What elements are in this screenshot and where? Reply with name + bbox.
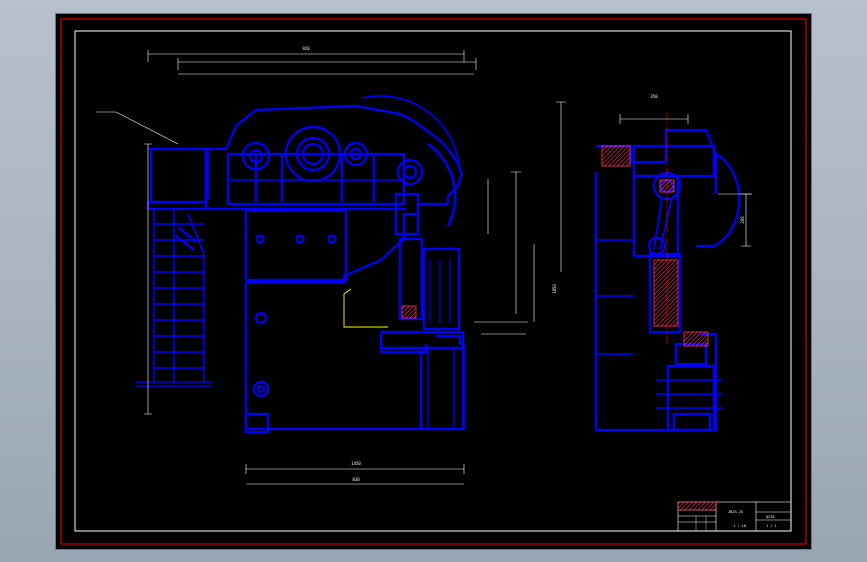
cad-drawing-viewport[interactable]: 920 1850 1450 830 350 200 JB23-25 1: 10… — [56, 14, 811, 549]
side-hatch-top — [601, 145, 631, 167]
dim-label-2: 1850 — [552, 284, 557, 294]
dim-label-1: 920 — [302, 46, 310, 51]
inner-border — [74, 30, 792, 532]
title-scale: 1 : 10 — [733, 524, 746, 528]
side-ladder — [136, 209, 212, 387]
dim-label-3: 1450 — [351, 461, 361, 466]
side-hatch-slide — [653, 259, 679, 327]
title-drawing-name: JB23-25 — [728, 510, 743, 514]
title-sheet: 1 / 1 — [766, 524, 777, 528]
side-hatch-die — [683, 331, 709, 347]
mechanical-drawing: 920 1850 1450 830 350 200 JB23-25 1: 10… — [60, 18, 807, 545]
front-section-hatch — [401, 305, 417, 319]
selection-highlight — [343, 288, 388, 328]
side-dim-label-2: 200 — [740, 216, 745, 224]
title-material: Q235 — [766, 515, 775, 519]
side-dim-label-1: 350 — [650, 94, 658, 99]
title-block-header-hatch — [677, 501, 717, 511]
outer-border — [60, 18, 807, 545]
front-dimensions — [96, 50, 566, 485]
dim-label-4: 830 — [352, 477, 360, 482]
